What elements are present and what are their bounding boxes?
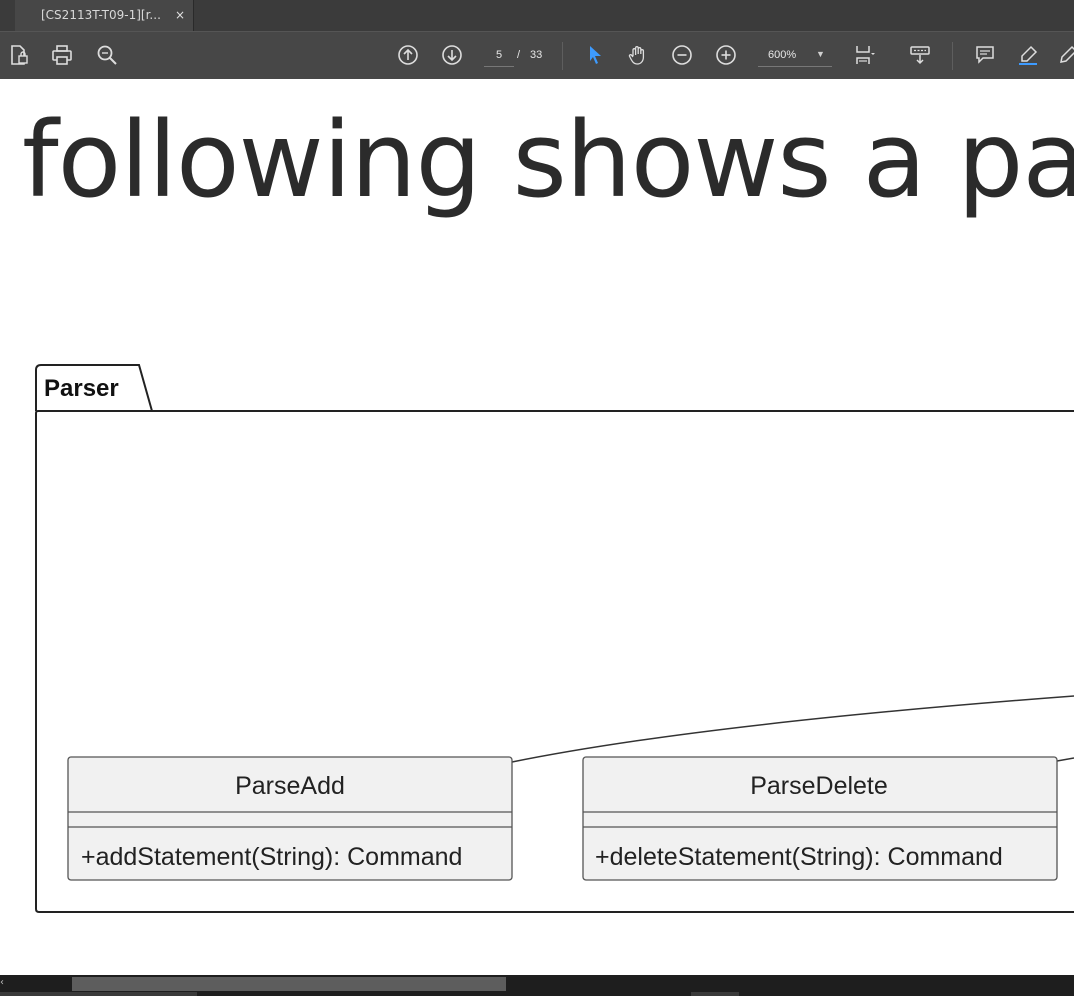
page-number-input[interactable]: 5 [484,44,514,67]
draw-icon[interactable] [1054,41,1074,69]
class-method: +deleteStatement(String): Command [595,843,1003,871]
horizontal-scrollbar[interactable]: ‹ [0,975,1074,996]
highlight-icon[interactable] [1014,41,1042,69]
close-icon[interactable]: × [175,0,185,30]
zoom-in-icon[interactable] [712,41,740,69]
print-icon[interactable] [48,41,76,69]
class-name: ParseAdd [235,772,345,800]
scroll-left-icon[interactable]: ‹ [0,975,4,991]
zoom-value: 600% [768,49,797,61]
taskbar-strip [691,992,739,996]
class-name: ParseDelete [750,772,888,800]
hand-icon[interactable] [624,41,652,69]
toolbar-divider [562,42,563,70]
uml-diagram: Parser ParseAdd +addStatement(String): C… [35,364,1074,913]
class-box-parseadd: ParseAdd +addStatement(String): Command [67,756,513,881]
tab-title: [CS2113T-T09-1][r... [41,8,161,22]
toolbar: 5 / 33 600% ▼ [0,31,1074,79]
page-down-icon[interactable] [438,41,466,69]
select-arrow-icon[interactable] [581,41,609,69]
tab-bar: [CS2113T-T09-1][r... × [0,0,1074,31]
file-lock-icon[interactable] [5,41,33,69]
package-label: Parser [44,375,119,402]
zoom-select[interactable]: 600% ▼ [758,44,832,67]
total-pages: 33 [530,49,543,61]
document-tab[interactable]: [CS2113T-T09-1][r... × [15,0,194,31]
scrollbar-thumb[interactable] [72,977,506,991]
document-page: following shows a par Parser ParseAdd +a… [0,79,1074,975]
chevron-down-icon: ▼ [816,49,825,59]
scroll-mode-icon[interactable] [906,41,934,69]
class-method: +addStatement(String): Command [81,843,462,871]
zoom-search-icon[interactable] [93,41,121,69]
taskbar-strip [0,992,197,996]
zoom-out-icon[interactable] [668,41,696,69]
page-up-icon[interactable] [394,41,422,69]
comment-icon[interactable] [971,41,999,69]
class-box-parsedelete: ParseDelete +deleteStatement(String): Co… [582,756,1058,881]
fit-page-icon[interactable] [850,41,878,69]
toolbar-divider [952,42,953,70]
page-separator: / [517,49,521,61]
